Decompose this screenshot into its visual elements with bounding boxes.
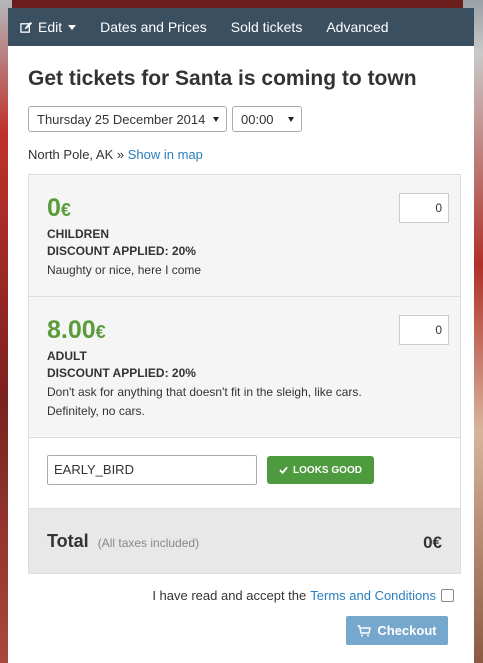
nav-edit[interactable]: Edit [20, 19, 77, 35]
chevron-down-icon [68, 24, 77, 30]
checkout-label: Checkout [377, 623, 437, 638]
promo-section: EARLY_BIRD LOOKS GOOD [29, 438, 460, 509]
checkout-button[interactable]: Checkout [346, 616, 448, 645]
ticket-widget: Edit Dates and Prices Sold tickets Advan… [8, 8, 474, 663]
date-select[interactable]: Thursday 25 December 2014 [28, 106, 227, 132]
location-text: North Pole, AK » [28, 147, 125, 162]
ticket-adult: 8.00€ ADULT DISCOUNT APPLIED: 20% Don't … [29, 297, 460, 438]
date-select-value: Thursday 25 December 2014 [37, 112, 206, 127]
price-currency: € [60, 200, 71, 220]
terms-text: I have read and accept the [152, 588, 307, 603]
terms-row: I have read and accept the Terms and Con… [152, 588, 454, 603]
dropdown-arrow-icon [213, 117, 219, 122]
ticket-description: Naughty or nice, here I come [47, 263, 202, 277]
time-select[interactable]: 00:00 [232, 106, 302, 132]
ticket-description-line: Definitely, no cars. [47, 404, 145, 418]
terms-checkbox[interactable] [441, 589, 454, 602]
ticket-children: 0€ CHILDREN DISCOUNT APPLIED: 20% Naught… [29, 175, 460, 297]
ticket-discount: DISCOUNT APPLIED: 20% [47, 244, 196, 258]
price-value: 8.00 [47, 316, 96, 344]
time-select-value: 00:00 [241, 112, 274, 127]
check-icon [279, 466, 288, 474]
cart-icon [357, 624, 372, 636]
nav-sold-tickets[interactable]: Sold tickets [231, 19, 303, 35]
show-in-map-link[interactable]: Show in map [128, 147, 203, 162]
tax-note: (All taxes included) [97, 536, 200, 550]
edit-icon [20, 21, 33, 33]
ticket-description: Don't ask for anything that doesn't fit … [47, 383, 442, 421]
ticket-name: ADULT [47, 349, 87, 363]
apply-promo-button[interactable]: LOOKS GOOD [267, 456, 374, 484]
price-currency: € [95, 322, 106, 342]
ticket-discount: DISCOUNT APPLIED: 20% [47, 366, 196, 380]
top-nav: Edit Dates and Prices Sold tickets Advan… [8, 8, 474, 46]
total-amount: 0€ [423, 533, 442, 552]
dropdown-arrow-icon [288, 117, 294, 122]
ticket-price: 0€ [47, 193, 442, 225]
quantity-input[interactable]: 0 [399, 315, 449, 345]
terms-link[interactable]: Terms and Conditions [310, 588, 436, 603]
ticket-list: 0€ CHILDREN DISCOUNT APPLIED: 20% Naught… [28, 174, 461, 574]
ticket-price: 8.00€ [47, 315, 442, 347]
nav-edit-label: Edit [38, 19, 63, 35]
total-section: Total (All taxes included) 0€ [29, 509, 460, 573]
nav-advanced[interactable]: Advanced [326, 19, 388, 35]
nav-dates-prices[interactable]: Dates and Prices [100, 19, 207, 35]
promo-code-input[interactable]: EARLY_BIRD [47, 455, 257, 485]
price-value: 0 [47, 194, 61, 222]
quantity-input[interactable]: 0 [399, 193, 449, 223]
page-title: Get tickets for Santa is coming to town [28, 67, 417, 90]
ticket-description-line: Don't ask for anything that doesn't fit … [47, 385, 362, 399]
total-label-text: Total [47, 531, 89, 551]
ticket-name: CHILDREN [47, 227, 109, 241]
apply-promo-label: LOOKS GOOD [293, 464, 362, 476]
total-label: Total (All taxes included) [47, 531, 199, 552]
location: North Pole, AK » Show in map [28, 147, 203, 162]
